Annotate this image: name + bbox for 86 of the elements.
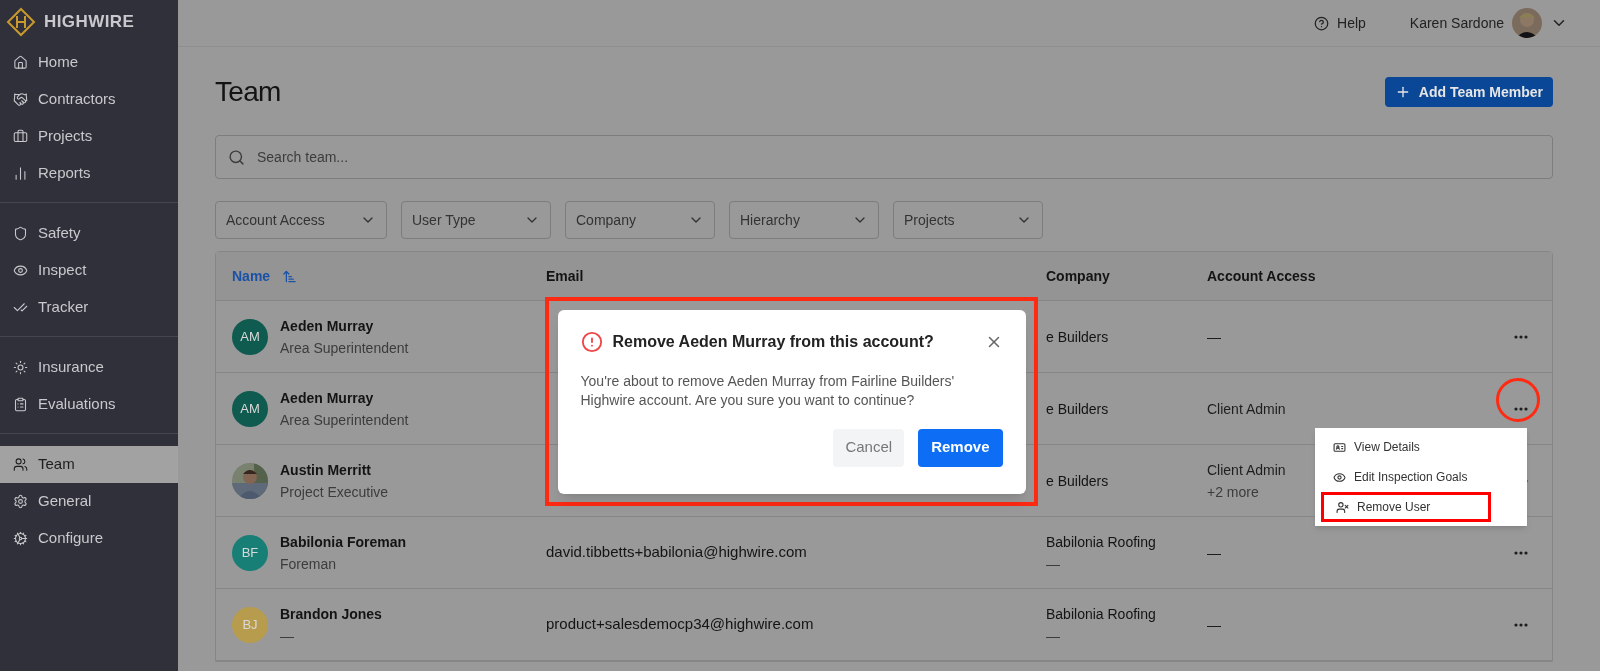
- bar-chart-icon: [13, 166, 28, 181]
- handshake-icon: [13, 92, 28, 107]
- member-name[interactable]: Aeden Murray: [280, 314, 374, 337]
- member-name[interactable]: Aeden Murray: [280, 386, 374, 409]
- access-cell-text: —: [1207, 615, 1221, 635]
- member-name[interactable]: Austin Merritt: [280, 458, 371, 481]
- dialog-title: Remove Aeden Murray from this account?: [612, 331, 935, 352]
- filter-dropdown[interactable]: Hierarchy: [729, 201, 879, 239]
- member-role: Area Superintendent: [280, 410, 409, 430]
- column-header[interactable]: Company: [1046, 265, 1207, 287]
- column-header[interactable]: Email: [546, 265, 1046, 287]
- sidebar-item[interactable]: Projects: [0, 118, 178, 155]
- eye-icon: [1333, 470, 1346, 484]
- sidebar-item[interactable]: General: [0, 483, 178, 520]
- user-name: Karen Sardone: [1409, 13, 1504, 33]
- sidebar-item[interactable]: Insurance: [0, 349, 178, 386]
- member-role: Foreman: [280, 554, 337, 574]
- email-cell: david.tibbetts+babilonia@highwire.com: [546, 543, 807, 561]
- clipboard-icon: [13, 397, 28, 412]
- filter-dropdown[interactable]: User Type: [401, 201, 551, 239]
- search-field[interactable]: Search team...: [215, 135, 1553, 179]
- shield-icon: [13, 226, 28, 241]
- sidebar-item[interactable]: Reports: [0, 155, 178, 192]
- sort-ascending-icon[interactable]: [282, 268, 298, 284]
- company-cell-text: Babilonia Roofing: [1046, 604, 1156, 624]
- sidebar-item[interactable]: Tracker: [0, 289, 178, 326]
- id-card-icon: [1333, 440, 1346, 454]
- ellipsis-icon: [1513, 334, 1528, 339]
- filter-dropdown[interactable]: Projects: [893, 201, 1043, 239]
- access-cell-text: —: [1207, 543, 1221, 563]
- sun-icon: [13, 360, 28, 375]
- menu-item[interactable]: View Details: [1321, 432, 1521, 462]
- sidebar-item[interactable]: Evaluations: [0, 386, 178, 423]
- dialog-message: You're about to remove Aeden Murray from Fairline Builders' Highwire account. Are you sure you want to continue?: [580, 371, 956, 410]
- sidebar-item[interactable]: Safety: [0, 215, 178, 252]
- sidebar-item[interactable]: Inspect: [0, 252, 178, 289]
- help-link[interactable]: Help: [1314, 12, 1366, 34]
- search-input[interactable]: Search team...: [257, 146, 1540, 168]
- cancel-button[interactable]: Cancel: [833, 428, 905, 467]
- ellipsis-icon: [1513, 550, 1528, 555]
- member-name[interactable]: Babilonia Foreman: [280, 530, 407, 553]
- filter-dropdown[interactable]: Company: [565, 201, 715, 239]
- briefcase-icon: [13, 129, 28, 144]
- menu-item[interactable]: Remove User: [1321, 492, 1491, 522]
- sidebar-item[interactable]: Team: [0, 446, 178, 483]
- company-cell-text: Babilonia Roofing: [1046, 532, 1156, 552]
- help-icon: [1314, 15, 1329, 31]
- access-more: +2 more: [1207, 482, 1259, 502]
- settings-icon: [13, 494, 28, 509]
- member-name[interactable]: Brandon Jones: [280, 602, 382, 625]
- access-cell-text: Client Admin: [1207, 460, 1286, 480]
- company-cell-text: e Builders: [1046, 327, 1109, 347]
- access-cell-text: Client Admin: [1207, 399, 1286, 419]
- remove-button[interactable]: Remove: [918, 428, 1003, 467]
- company-sub: —: [1046, 626, 1060, 646]
- filter-dropdown[interactable]: Account Access: [215, 201, 387, 239]
- avatar: AM: [232, 318, 268, 355]
- logo-icon: [6, 7, 36, 37]
- column-header[interactable]: Account Access: [1207, 265, 1489, 287]
- ellipsis-icon: [1513, 406, 1528, 411]
- sidebar-item[interactable]: Contractors: [0, 81, 178, 118]
- email-cell: product+salesdemocp34@highwire.com: [546, 615, 814, 633]
- home-icon: [13, 55, 28, 70]
- avatar: AM: [232, 390, 268, 427]
- company-cell-text: e Builders: [1046, 399, 1109, 419]
- avatar: BJ: [232, 606, 268, 643]
- sidebar-item[interactable]: Home: [0, 44, 178, 81]
- page-title: Team: [215, 75, 281, 109]
- sidebar-item[interactable]: Configure: [0, 520, 178, 557]
- company-sub: —: [1046, 554, 1060, 574]
- member-role: Area Superintendent: [280, 338, 409, 358]
- member-role: —: [280, 626, 294, 646]
- brand-name: HIGHWIRE: [44, 11, 135, 34]
- users-icon: [13, 457, 28, 472]
- company-cell-text: e Builders: [1046, 471, 1109, 491]
- gear-icon: [13, 531, 28, 546]
- add-team-member-button[interactable]: Add Team Member: [1384, 77, 1553, 107]
- remove-user-icon: [1336, 500, 1349, 514]
- alert-icon: [580, 330, 603, 353]
- menu-item[interactable]: Edit Inspection Goals: [1321, 462, 1521, 492]
- access-cell-text: —: [1207, 327, 1221, 347]
- ellipsis-icon: [1513, 622, 1528, 627]
- avatar: BF: [232, 534, 268, 571]
- eye-icon: [13, 263, 28, 278]
- search-icon: [228, 148, 245, 166]
- member-role: Project Executive: [280, 482, 389, 502]
